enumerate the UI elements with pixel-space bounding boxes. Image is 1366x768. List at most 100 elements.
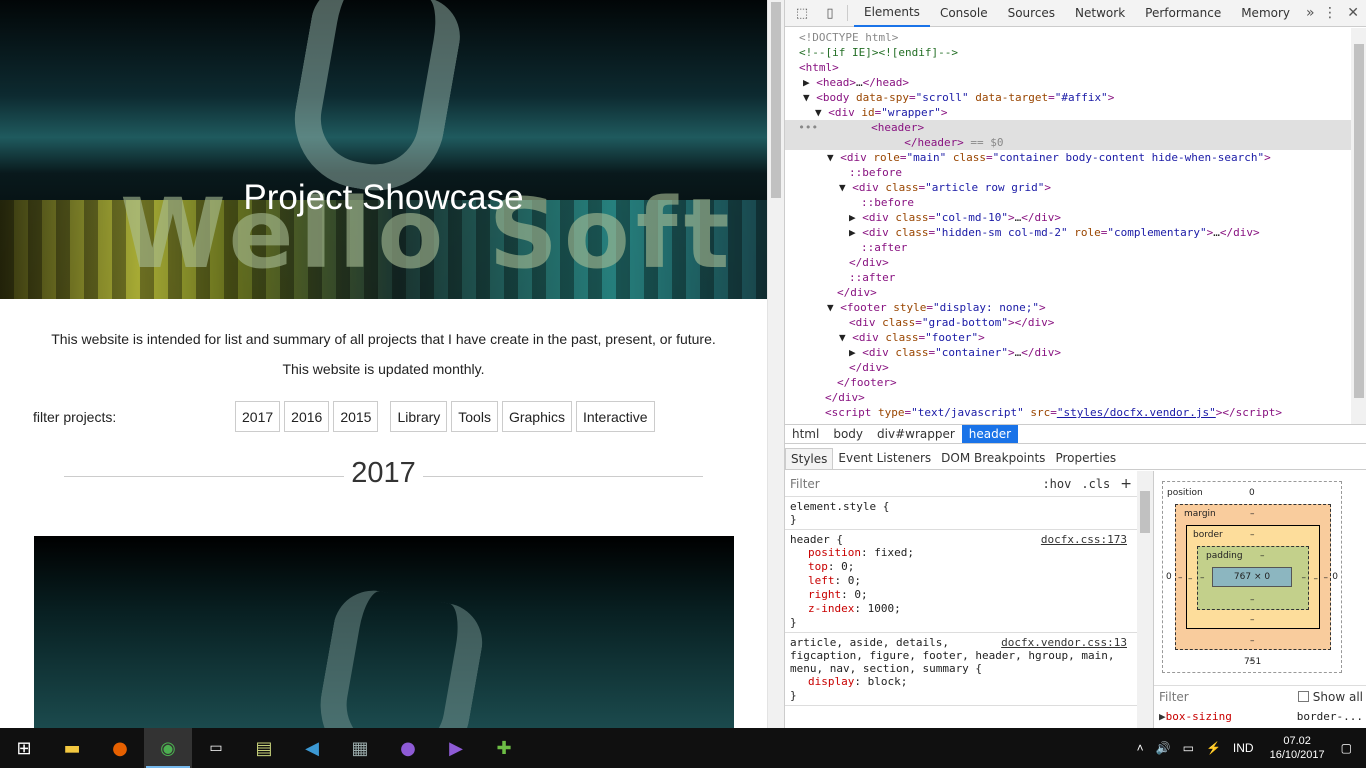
css-prop[interactable]: left: 0;	[790, 574, 1132, 588]
show-all-toggle[interactable]: Show all	[1297, 690, 1363, 704]
dom-line[interactable]: ▼ <div role="main" class="container body…	[827, 150, 1271, 165]
tab-styles[interactable]: Styles	[785, 448, 834, 469]
margin-box[interactable]: margin – – – – border – – – – padding –	[1175, 504, 1331, 650]
dom-line[interactable]: ▼ <div class="article row grid">	[839, 180, 1051, 195]
tab-sources[interactable]: Sources	[998, 0, 1065, 27]
dom-line[interactable]: <html>	[799, 60, 839, 75]
battery-icon[interactable]: ▭	[1183, 741, 1194, 755]
dom-scrollbar-thumb[interactable]	[1354, 44, 1364, 398]
tab-dom-breakpoints[interactable]: DOM Breakpoints	[936, 448, 1050, 469]
dom-line[interactable]: ▼ <div class="footer">	[839, 330, 985, 345]
close-icon[interactable]: ✕	[1347, 5, 1359, 21]
dom-line[interactable]: </footer>	[837, 375, 897, 390]
styles-scrollbar-thumb[interactable]	[1140, 491, 1150, 533]
border-box[interactable]: border – – – – padding – – – – 767 × 0	[1186, 525, 1320, 629]
vscode-icon[interactable]: ◀	[288, 728, 336, 768]
computed-property-row[interactable]: ▶ box-sizing border-...	[1154, 710, 1366, 728]
styles-filter-input[interactable]: Filter	[790, 477, 820, 491]
network-icon[interactable]: ⚡	[1206, 741, 1221, 755]
dom-line[interactable]: </div>	[849, 255, 889, 270]
dom-line[interactable]: </div>	[849, 360, 889, 375]
css-prop[interactable]: right: 0;	[790, 588, 1132, 602]
dom-line-selected[interactable]: ••• <header>	[785, 120, 1351, 135]
dom-line[interactable]: </div>	[825, 390, 865, 405]
dom-line[interactable]: ▶ <div class="container">…</div>	[849, 345, 1061, 360]
device-toolbar-icon[interactable]: ▯	[819, 2, 841, 24]
kebab-menu-icon[interactable]: ⋮	[1323, 5, 1337, 21]
padding-box[interactable]: padding – – – – 767 × 0	[1197, 546, 1309, 610]
language-indicator[interactable]: IND	[1233, 741, 1254, 755]
dom-line[interactable]: ▶ <head>…</head>	[803, 75, 909, 90]
page-scrollbar[interactable]	[767, 0, 784, 728]
firefox-icon[interactable]: ●	[96, 728, 144, 768]
dom-line[interactable]: ::after	[861, 240, 907, 255]
dom-line-selected[interactable]: </header> == $0	[785, 135, 1351, 150]
page-scrollbar-thumb[interactable]	[771, 2, 781, 198]
filter-tools-button[interactable]: Tools	[451, 401, 498, 432]
tab-console[interactable]: Console	[930, 0, 998, 27]
hov-toggle[interactable]: :hov	[1042, 477, 1071, 491]
styles-scrollbar[interactable]	[1137, 471, 1153, 728]
tab-memory[interactable]: Memory	[1231, 0, 1300, 27]
app-icon[interactable]: ▦	[336, 728, 384, 768]
dom-line[interactable]: ::after	[849, 270, 895, 285]
crumb-body[interactable]: body	[826, 425, 870, 443]
filter-interactive-button[interactable]: Interactive	[575, 401, 655, 432]
dom-line[interactable]: <div class="grad-bottom"></div>	[849, 315, 1054, 330]
speaker-icon[interactable]: 🔊	[1156, 741, 1171, 755]
header-rule-source-link[interactable]: docfx.css:173	[1041, 533, 1127, 546]
css-prop[interactable]: display: block;	[790, 675, 1132, 689]
dom-line[interactable]: ▶ <div class="hidden-sm col-md-2" role="…	[849, 225, 1260, 240]
crumb-wrapper[interactable]: div#wrapper	[870, 425, 962, 443]
dom-line[interactable]: ::before	[861, 195, 914, 210]
cls-toggle[interactable]: .cls	[1081, 477, 1110, 491]
css-prop[interactable]: position: fixed;	[790, 546, 1132, 560]
filter-2017-button[interactable]: 2017	[235, 401, 281, 432]
content-box[interactable]: 767 × 0	[1212, 567, 1292, 587]
header-rule[interactable]: header { docfx.css:173 position: fixed; …	[785, 530, 1137, 633]
dom-line[interactable]: <!--[if IE]><![endif]-->	[799, 45, 958, 60]
dom-line[interactable]: ::before	[849, 165, 902, 180]
terminal-icon[interactable]: ▭	[192, 728, 240, 768]
crumb-header[interactable]: header	[961, 425, 1019, 443]
tab-elements[interactable]: Elements	[854, 0, 930, 27]
css-prop[interactable]: z-index: 1000;	[790, 602, 1132, 616]
project-card-image[interactable]	[34, 536, 734, 728]
crumb-html[interactable]: html	[785, 425, 826, 443]
visual-studio-icon[interactable]: ▶	[432, 728, 480, 768]
dom-line[interactable]: ▶ <div class="col-md-10">…</div>	[849, 210, 1061, 225]
more-tabs-icon[interactable]: »	[1300, 5, 1321, 21]
dom-line[interactable]: <!DOCTYPE html>	[799, 30, 898, 45]
chevron-up-icon[interactable]: ˄	[1137, 741, 1144, 755]
tab-properties[interactable]: Properties	[1050, 448, 1121, 469]
filter-graphics-button[interactable]: Graphics	[501, 401, 572, 432]
vendor-rule-source-link[interactable]: docfx.vendor.css:13	[1001, 636, 1127, 649]
inspect-icon[interactable]: ⬚	[791, 2, 813, 24]
dom-scrollbar[interactable]	[1351, 28, 1366, 424]
start-button[interactable]: ⊞	[0, 728, 48, 768]
dom-line[interactable]: ▼ <body data-spy="scroll" data-target="#…	[803, 90, 1114, 105]
tab-performance[interactable]: Performance	[1135, 0, 1231, 27]
tab-network[interactable]: Network	[1065, 0, 1135, 27]
element-style-rule[interactable]: element.style { }	[785, 497, 1137, 530]
editor-icon[interactable]: ▤	[240, 728, 288, 768]
filter-2016-button[interactable]: 2016	[284, 401, 330, 432]
new-rule-button[interactable]: +	[1120, 476, 1132, 492]
dom-line[interactable]: ▼ <div id="wrapper">	[815, 105, 947, 120]
notification-icon[interactable]: ▢	[1341, 741, 1352, 755]
vendor-rule[interactable]: article, aside, details, docfx.vendor.cs…	[785, 633, 1137, 706]
remote-desktop-icon[interactable]: ✚	[480, 728, 528, 768]
css-prop[interactable]: top: 0;	[790, 560, 1132, 574]
filter-2015-button[interactable]: 2015	[333, 401, 379, 432]
tab-event-listeners[interactable]: Event Listeners	[833, 448, 936, 469]
dom-line[interactable]: <script type="text/javascript" src="styl…	[825, 405, 1282, 420]
filter-library-button[interactable]: Library	[390, 401, 448, 432]
show-all-checkbox[interactable]	[1297, 691, 1309, 702]
chrome-icon[interactable]: ◉	[144, 728, 192, 768]
dom-line[interactable]: </div>	[837, 285, 877, 300]
dom-line[interactable]: ▼ <footer style="display: none;">	[827, 300, 1046, 315]
file-explorer-icon[interactable]: ▬	[48, 728, 96, 768]
github-icon[interactable]: ●	[384, 728, 432, 768]
clock[interactable]: 07.02 16/10/2017	[1270, 734, 1325, 762]
computed-filter-input[interactable]: Filter	[1159, 690, 1189, 704]
